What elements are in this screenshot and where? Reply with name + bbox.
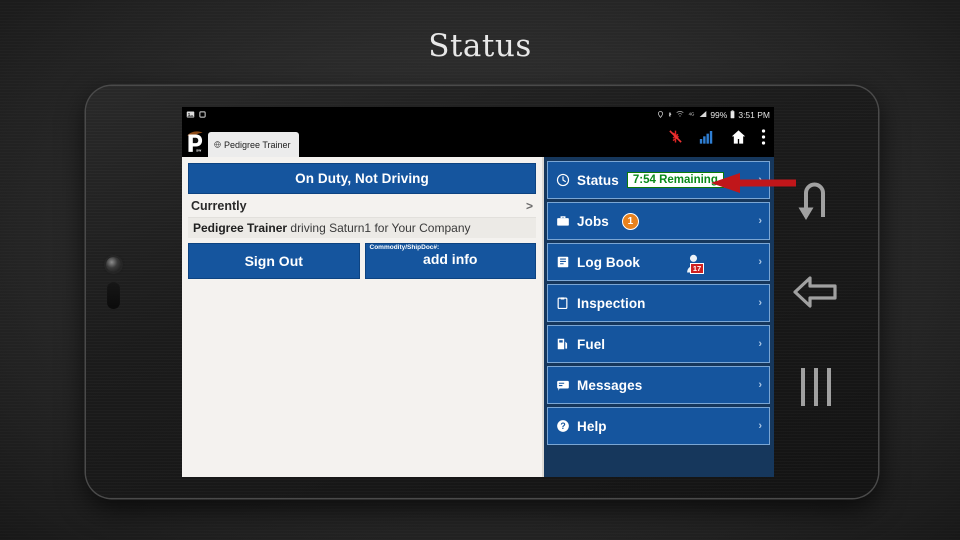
book-icon: [555, 255, 570, 269]
right-panel-menu: Status 7:54 Remaining › Jobs 1 ›: [542, 157, 774, 477]
menu-label-status: Status: [577, 172, 619, 188]
menu-label-help: Help: [577, 418, 607, 434]
logbook-day-count-badge: 17: [689, 262, 705, 274]
menu-item-jobs[interactable]: Jobs 1 ›: [547, 202, 770, 240]
app-top-bar: sw Pedigree Trainer: [182, 123, 774, 157]
location-icon: [657, 110, 664, 121]
undo-arrow-icon[interactable]: [795, 175, 835, 226]
browser-tab-pedigree-trainer[interactable]: Pedigree Trainer: [208, 132, 299, 157]
clock-label: 3:51 PM: [738, 110, 770, 120]
wifi-icon: [676, 110, 684, 120]
browser-tab-label: Pedigree Trainer: [224, 139, 291, 150]
add-info-button[interactable]: Commodity/ShipDoc#: add info: [364, 243, 536, 279]
chevron-right-icon: ›: [758, 338, 762, 350]
currently-label: Currently: [191, 199, 247, 213]
menu-item-messages[interactable]: Messages ›: [547, 366, 770, 404]
driver-name-label: Pedigree Trainer: [193, 221, 288, 235]
menu-label-log-book: Log Book: [577, 254, 641, 270]
left-action-buttons: Sign Out Commodity/ShipDoc#: add info: [188, 243, 536, 279]
menu-item-help[interactable]: ? Help ›: [547, 407, 770, 445]
globe-icon: [214, 140, 221, 150]
app-body: On Duty, Not Driving Currently > Pedigre…: [182, 157, 774, 477]
copy-notification-icon: [198, 107, 207, 124]
help-circle-icon: ?: [555, 419, 570, 433]
svg-text:?: ?: [560, 421, 565, 431]
chevron-right-icon: >: [525, 199, 533, 213]
fuel-pump-icon: [555, 337, 570, 351]
overflow-menu-icon[interactable]: [761, 128, 766, 151]
left-panel: On Duty, Not Driving Currently > Pedigre…: [182, 157, 542, 477]
clipboard-icon: [555, 296, 570, 310]
driver-activity-label: driving Saturn1 for Your Company: [290, 221, 471, 235]
sign-out-button[interactable]: Sign Out: [188, 243, 360, 279]
menu-item-fuel[interactable]: Fuel ›: [547, 325, 770, 363]
cellular-signal-icon: [699, 110, 707, 120]
chevron-right-icon: ›: [758, 215, 762, 227]
bluetooth-icon: [667, 110, 673, 121]
bluetooth-disabled-icon[interactable]: [668, 128, 683, 150]
annotation-arrow: [710, 172, 796, 194]
currently-row[interactable]: Currently >: [188, 197, 536, 214]
add-info-label: add info: [423, 250, 478, 267]
pedigree-p-logo-icon: sw: [182, 125, 208, 157]
menu-item-inspection[interactable]: Inspection ›: [547, 284, 770, 322]
app-bar-actions: [668, 125, 774, 157]
menu-label-inspection: Inspection: [577, 295, 646, 311]
menu-label-fuel: Fuel: [577, 336, 606, 352]
back-arrow-icon[interactable]: [793, 272, 837, 317]
chevron-right-icon: ›: [758, 379, 762, 391]
battery-icon: [730, 109, 735, 121]
battery-percent-label: 99%: [710, 110, 728, 120]
clock-icon: [555, 173, 570, 187]
signal-alt-icon: 4G: [687, 110, 696, 120]
recent-apps-icon[interactable]: [798, 366, 834, 413]
camera-lens-icon: [106, 257, 121, 272]
tablet-screen: 4G 99% 3:51 PM sw Pedigree Trainer On Du…: [182, 107, 774, 477]
power-button[interactable]: [107, 281, 120, 309]
menu-label-jobs: Jobs: [577, 213, 609, 229]
tablet-device: 4G 99% 3:51 PM sw Pedigree Trainer On Du…: [86, 86, 878, 498]
duty-status-button[interactable]: On Duty, Not Driving: [188, 163, 536, 194]
menu-item-log-book[interactable]: Log Book 17 ›: [547, 243, 770, 281]
image-notification-icon: [186, 107, 195, 124]
jobs-count-badge: 1: [621, 212, 639, 230]
logbook-driver-badge: 17: [683, 250, 705, 274]
menu-label-messages: Messages: [577, 377, 643, 393]
svg-text:sw: sw: [196, 148, 201, 152]
chevron-right-icon: ›: [758, 420, 762, 432]
page-title: Status: [428, 28, 532, 64]
message-icon: [555, 378, 570, 392]
android-status-bar: 4G 99% 3:51 PM: [182, 107, 774, 123]
chevron-right-icon: ›: [758, 256, 762, 268]
briefcase-icon: [555, 214, 570, 228]
home-icon[interactable]: [730, 129, 747, 150]
chevron-right-icon: ›: [758, 297, 762, 309]
svg-text:4G: 4G: [689, 111, 695, 116]
signal-bars-icon[interactable]: [697, 129, 716, 150]
driver-info-bar: Pedigree Trainer driving Saturn1 for You…: [188, 217, 536, 238]
